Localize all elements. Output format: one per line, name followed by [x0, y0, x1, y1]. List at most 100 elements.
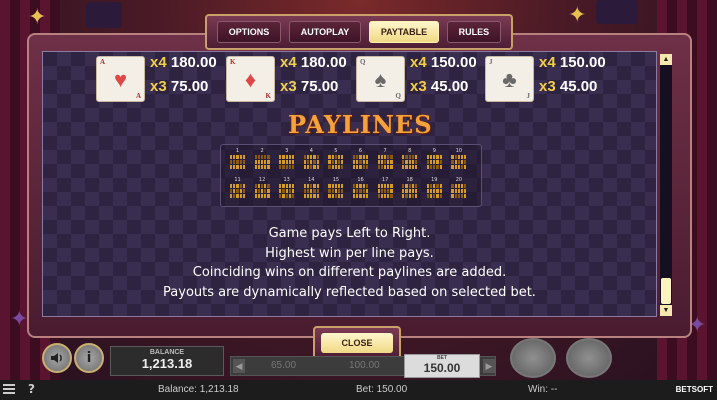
star-icon: ✦: [10, 306, 29, 331]
info-button[interactable]: i: [74, 343, 104, 373]
payline-number: 3: [285, 148, 289, 154]
paylines-grid: 1 2 3 4 5 6 7 8 9 10 11 12 13 14 15 16 17 18 19 20: [220, 144, 482, 207]
bet-option[interactable]: 65.00: [271, 360, 296, 371]
payline-number: 19: [431, 177, 438, 183]
card-rank: A: [135, 92, 141, 100]
payout-multiplier: x4: [410, 54, 427, 71]
payline-pattern: [328, 184, 344, 198]
payout-value: 150.00: [559, 54, 606, 71]
status-bar: ? Balance: 1,213.18 Bet: 150.00 Win: -- …: [0, 380, 717, 400]
payout-row: x3 75.00: [280, 78, 338, 95]
card-rank: Q: [360, 58, 366, 66]
scrollbar[interactable]: ▲ ▼: [660, 54, 672, 316]
symbol-card: Q ♠ Q: [356, 56, 405, 102]
scroll-thumb[interactable]: [661, 278, 671, 304]
card-rank: K: [230, 58, 236, 66]
payline-number: 4: [309, 148, 313, 154]
payline-number: 15: [332, 177, 340, 183]
payline-number: 18: [406, 177, 413, 183]
payout-row: x4 180.00: [280, 54, 347, 71]
payline-7: 7: [377, 148, 394, 169]
tab-options[interactable]: OPTIONS: [216, 21, 282, 43]
scroll-up-arrow-icon[interactable]: ▲: [660, 54, 672, 65]
payline-number: 1: [235, 148, 240, 154]
tab-autoplay[interactable]: AUTOPLAY: [288, 21, 362, 43]
bet-display: BET 150.00: [404, 354, 480, 378]
hamburger-menu-icon[interactable]: [3, 384, 15, 394]
payline-16: 16: [352, 177, 369, 198]
balance-display: BALANCE 1,213.18: [110, 346, 224, 376]
payline-5: 5: [327, 148, 344, 169]
payout-multiplier: x3: [410, 78, 427, 95]
close-button[interactable]: CLOSE: [321, 333, 393, 353]
payline-pattern: [402, 155, 418, 169]
payline-number: 17: [381, 177, 389, 183]
payout-row: x3 45.00: [539, 78, 597, 95]
payline-3: 3: [278, 148, 295, 169]
diamond-icon: ♦: [244, 67, 257, 92]
payline-8: 8: [401, 148, 418, 169]
payout-multiplier: x3: [280, 78, 297, 95]
brand-logo: BETSOFT: [675, 385, 713, 394]
rule-line: Coinciding wins on different paylines ar…: [192, 265, 507, 280]
symbol-card: J ♣ J: [485, 56, 534, 102]
bet-decrease-arrow-icon[interactable]: ◀: [233, 359, 245, 373]
payline-pattern: [451, 184, 467, 198]
heart-icon: ♥: [113, 67, 128, 92]
payline-number: 14: [308, 177, 315, 183]
rules-text: Game pays Left to Right. Highest win per…: [43, 224, 656, 302]
payout-multiplier: x4: [539, 54, 556, 71]
payline-number: 5: [334, 148, 338, 154]
card-rank: A: [100, 58, 106, 66]
payline-pattern: [279, 184, 295, 198]
payline-number: 8: [408, 148, 412, 154]
bet-increase-arrow-icon[interactable]: ▶: [483, 359, 495, 373]
payline-number: 13: [283, 177, 290, 183]
card-rank: J: [489, 58, 493, 66]
payline-number: 10: [455, 148, 463, 154]
symbol-card: K ♦ K: [226, 56, 275, 102]
top-hat-decoration: [596, 0, 638, 24]
autoplay-button[interactable]: [566, 338, 612, 378]
rule-line: Highest win per line pays.: [265, 245, 434, 261]
help-icon[interactable]: ?: [28, 382, 35, 396]
payout-value: 45.00: [559, 78, 598, 95]
payline-number: 16: [357, 177, 364, 183]
status-win: Win: --: [528, 384, 558, 395]
payline-11: 11: [229, 177, 246, 198]
payline-pattern: [353, 155, 368, 169]
paylines-title: PAYLINES: [288, 110, 433, 139]
balance-value: 1,213.18: [141, 356, 193, 371]
sound-button[interactable]: [42, 343, 72, 373]
payline-pattern: [451, 155, 467, 169]
balance-label: BALANCE: [149, 349, 185, 356]
payout-multiplier: x4: [150, 54, 167, 71]
spin-button[interactable]: [510, 338, 556, 378]
payline-number: 9: [432, 148, 436, 154]
payline-pattern: [254, 184, 270, 198]
payline-13: 13: [278, 177, 295, 198]
paytable-content: PAYLINES 1 2 3 4 5 6 7 8 9 10 11 12 13 14 15 16 17 18 19 20…: [42, 51, 657, 317]
payout-multiplier: x3: [150, 78, 167, 95]
menu-tab-bar: OPTIONS AUTOPLAY PAYTABLE RULES: [205, 14, 513, 50]
payline-pattern: [230, 155, 245, 169]
payline-number: 20: [455, 177, 463, 183]
payout-row: x4 180.00: [150, 54, 217, 71]
payline-20: 20: [450, 177, 467, 198]
payline-pattern: [303, 155, 319, 169]
payline-pattern: [426, 184, 442, 198]
payline-number: 12: [258, 177, 266, 183]
payout-value: 75.00: [170, 78, 209, 95]
payline-18: 18: [401, 177, 418, 198]
symbol-card: A ♥ A: [96, 56, 145, 102]
card-rank: K: [265, 92, 271, 100]
payline-number: 7: [383, 148, 387, 154]
tab-rules[interactable]: RULES: [446, 21, 502, 43]
status-bet: Bet: 150.00: [356, 384, 408, 395]
info-icon: i: [86, 350, 92, 366]
payout-row: x4 150.00: [410, 54, 477, 71]
bet-option[interactable]: 100.00: [349, 360, 380, 371]
payout-row: x4 150.00: [539, 54, 606, 71]
scroll-down-arrow-icon[interactable]: ▼: [660, 305, 672, 316]
tab-paytable[interactable]: PAYTABLE: [368, 21, 440, 43]
